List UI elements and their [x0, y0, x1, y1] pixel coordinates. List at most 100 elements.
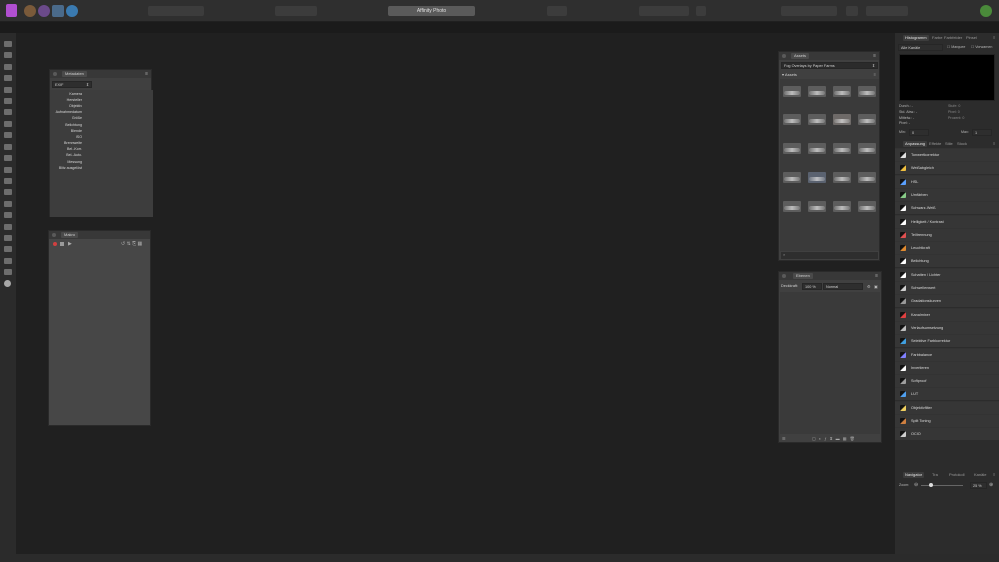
asset-thumbnail[interactable] [783, 201, 801, 212]
assets-category-select[interactable]: Fog Overlays by Paper Farms ⇕ [781, 62, 878, 69]
liquify-persona-icon[interactable] [38, 5, 50, 17]
metadata-type-select[interactable]: EXIF ⇕ [52, 81, 92, 88]
assets-panel-header[interactable]: Assets ≡ [779, 52, 879, 60]
adjustment-item[interactable]: Farbbalance [895, 347, 999, 361]
adjustment-item[interactable]: Invertieren [895, 360, 999, 374]
dodge-tool-icon[interactable] [4, 167, 12, 173]
close-icon[interactable] [782, 54, 786, 58]
tab-navigator[interactable]: Navigator [903, 472, 925, 478]
adjustment-item[interactable]: Teiltrennung [895, 227, 999, 241]
adjustment-item[interactable]: Gradationskurven [895, 294, 999, 308]
adjustment-item[interactable]: Schatten / Lichter [895, 267, 999, 281]
close-icon[interactable] [52, 233, 56, 237]
layers-list[interactable] [780, 292, 880, 434]
alignment-tools-group[interactable] [781, 6, 837, 16]
adjustment-item[interactable]: Verlaufsumsetzung [895, 320, 999, 334]
assets-group-header[interactable]: ▾ Assets [782, 72, 797, 77]
color-swatch-icon[interactable] [4, 280, 11, 287]
asset-thumbnail[interactable] [783, 114, 801, 125]
asset-thumbnail[interactable] [783, 172, 801, 183]
asset-thumbnail[interactable] [858, 201, 876, 212]
asset-thumbnail[interactable] [858, 143, 876, 154]
macro-actions-icons[interactable]: ↺ ⇅ ⎘ ▦ [121, 241, 142, 247]
asset-thumbnail[interactable] [783, 86, 801, 97]
adjustment-item[interactable]: LUT [895, 387, 999, 401]
selection-tools-group[interactable] [639, 6, 689, 16]
play-icon[interactable]: ▶ [68, 241, 72, 247]
blend-mode-select[interactable]: Normal [823, 283, 863, 290]
asset-thumbnail[interactable] [833, 86, 851, 97]
asset-thumbnail[interactable] [808, 86, 826, 97]
metadata-panel-title[interactable]: Metadaten [62, 71, 87, 77]
shape-tool-icon[interactable] [4, 258, 12, 264]
assistant-icon[interactable] [980, 5, 992, 17]
adjustment-item[interactable]: Selektive Farbkorrektur [895, 334, 999, 348]
blur-brush-icon[interactable] [4, 212, 12, 218]
flood-select-icon[interactable] [4, 87, 12, 93]
asset-thumbnail[interactable] [808, 114, 826, 125]
healing-brush-icon[interactable] [4, 189, 12, 195]
tab-histogram[interactable]: Histogramm [903, 35, 929, 41]
record-icon[interactable] [53, 242, 57, 246]
asset-thumbnail[interactable] [833, 143, 851, 154]
tab-stock[interactable]: Stock [955, 141, 969, 147]
stop-icon[interactable] [60, 242, 64, 246]
smudge-brush-icon[interactable] [4, 224, 12, 230]
metadata-panel-header[interactable]: Metadaten ≡ [50, 70, 151, 78]
asset-thumbnail[interactable] [833, 201, 851, 212]
channel-select[interactable]: Alle Kanäle [898, 44, 943, 51]
adjustment-item[interactable]: Split Toning [895, 414, 999, 427]
tab-effects[interactable]: Effekte [927, 141, 943, 147]
red-eye-tool-icon[interactable] [4, 201, 12, 207]
layers-stack-icon[interactable]: ☰ [782, 436, 786, 441]
adjustment-item[interactable]: Schwarz-Weiß [895, 201, 999, 215]
adjustment-item[interactable]: Tonwertkorrektur [895, 148, 999, 161]
adjustment-item[interactable]: Weißabgleich [895, 161, 999, 175]
asset-thumbnail[interactable] [808, 143, 826, 154]
selection-brush-icon[interactable] [4, 75, 12, 81]
marquee-tool-icon[interactable] [4, 98, 12, 104]
close-icon[interactable] [53, 72, 57, 76]
asset-thumbnail[interactable] [833, 114, 851, 125]
marquee-checkbox[interactable]: ☐ Marquee [947, 45, 965, 49]
adjustment-item[interactable]: Helligkeit / Kontrast [895, 214, 999, 228]
macro-panel-title[interactable]: Makro [61, 232, 79, 238]
fill-tool-icon[interactable] [4, 144, 12, 150]
min-field[interactable]: 0 [909, 129, 929, 136]
asset-thumbnail[interactable] [858, 114, 876, 125]
asset-thumbnail[interactable] [858, 86, 876, 97]
asset-thumbnail[interactable] [783, 143, 801, 154]
group-menu-icon[interactable]: ≡ [874, 72, 876, 77]
color-picker-icon[interactable] [4, 132, 12, 138]
layer-actions-icons[interactable]: ▢ ◐ ƒ ⧗ ▬ ▦ 🗑 [812, 436, 856, 441]
panel-menu-icon[interactable]: ≡ [991, 35, 997, 41]
view-tool-icon[interactable] [4, 41, 12, 47]
layers-panel-header[interactable]: Ebenen ≡ [779, 272, 881, 280]
asset-thumbnail[interactable] [858, 172, 876, 183]
tab-history[interactable]: Protokoll [947, 472, 967, 478]
layers-panel-title[interactable]: Ebenen [793, 273, 813, 279]
tab-styles[interactable]: Stile [943, 141, 955, 147]
adjustment-item[interactable]: Belichtung [895, 254, 999, 268]
adjustment-item[interactable]: Kanalmixer [895, 307, 999, 321]
tab-brushes[interactable]: Pinsel [964, 35, 979, 41]
asset-thumbnail[interactable] [808, 201, 826, 212]
assets-panel-title[interactable]: Assets [791, 53, 810, 59]
paint-brush-icon[interactable] [4, 121, 12, 127]
warnings-checkbox[interactable]: ☐ Vorwarnen [971, 45, 992, 49]
panel-menu-icon[interactable]: ≡ [991, 141, 997, 147]
zoom-field[interactable]: 25 % [970, 482, 987, 489]
tab-transform[interactable]: Tra [930, 472, 940, 478]
adjustment-item[interactable]: Umfärben [895, 187, 999, 201]
view-tools-group[interactable] [148, 6, 204, 16]
assets-search-input[interactable]: ⌕ [781, 252, 878, 259]
adjustment-item[interactable]: Objektivfilter [895, 400, 999, 414]
asset-thumbnail[interactable] [833, 172, 851, 183]
pen-tool-icon[interactable] [4, 246, 12, 252]
adjustment-item[interactable]: HSL [895, 174, 999, 188]
tab-swatches[interactable]: Farbfelder [942, 35, 964, 41]
export-persona-icon[interactable] [66, 5, 78, 17]
macro-panel-header[interactable]: Makro [49, 231, 150, 239]
asset-thumbnail[interactable] [808, 172, 826, 183]
zoom-out-icon[interactable]: ⊖ [914, 482, 918, 488]
